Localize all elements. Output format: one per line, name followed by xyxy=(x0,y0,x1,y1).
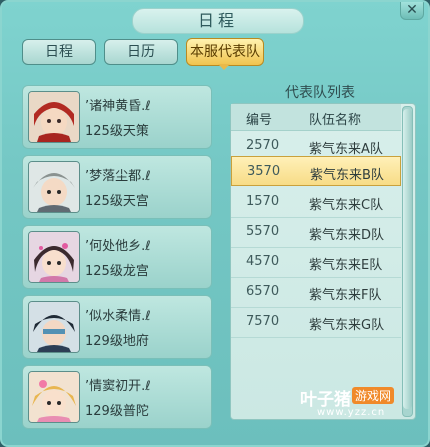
watermark: 叶子猪 游戏网 www.yzz.cn xyxy=(300,385,410,425)
member-card[interactable]: ’似水柔情.ℓ 129级地府 xyxy=(22,295,212,359)
table-row[interactable]: 5570 紫气东来D队 xyxy=(231,217,401,248)
member-card[interactable]: ’何处他乡.ℓ 125级龙宫 xyxy=(22,225,212,289)
tab-server-team[interactable]: 本服代表队 xyxy=(186,38,264,66)
team-code: 7570 xyxy=(246,314,280,329)
team-name: 紫气东来A队 xyxy=(309,142,383,157)
watermark-url: www.yzz.cn xyxy=(317,407,386,418)
avatar xyxy=(28,91,80,143)
scrollbar[interactable] xyxy=(402,106,413,417)
member-card[interactable]: ’梦落尘都.ℓ 125级天宫 xyxy=(22,155,212,219)
team-name: 紫气东来D队 xyxy=(309,228,385,243)
tab-calendar[interactable]: 日历 xyxy=(104,39,178,65)
member-level: 129级普陀 xyxy=(85,404,149,419)
team-name: 紫气东来C队 xyxy=(309,198,384,213)
team-code: 5570 xyxy=(246,224,280,239)
team-name: 紫气东来B队 xyxy=(310,168,384,183)
member-level: 129级地府 xyxy=(85,334,149,349)
member-card[interactable]: ’诸神黄昏.ℓ 125级天策 xyxy=(22,85,212,149)
active-tab-pointer-icon xyxy=(218,64,230,70)
scroll-thumb[interactable] xyxy=(403,109,412,409)
tab-schedule[interactable]: 日程 xyxy=(22,39,96,65)
team-code: 6570 xyxy=(246,284,280,299)
avatar xyxy=(28,161,80,213)
member-level: 125级天宫 xyxy=(85,194,149,209)
table-header: 编号 队伍名称 xyxy=(231,104,401,131)
team-code: 4570 xyxy=(246,254,280,269)
member-name: ’梦落尘都.ℓ xyxy=(85,169,151,184)
member-name: ’情窦初开.ℓ xyxy=(85,379,151,394)
member-name: ’何处他乡.ℓ xyxy=(85,239,151,254)
team-code: 1570 xyxy=(246,194,280,209)
team-name: 紫气东来E队 xyxy=(309,258,383,273)
avatar xyxy=(28,231,80,283)
team-code: 2570 xyxy=(246,138,280,153)
member-level: 125级天策 xyxy=(85,124,149,139)
column-header-name: 队伍名称 xyxy=(309,113,362,128)
team-list-title: 代表队列表 xyxy=(285,85,355,101)
table-row-selected[interactable]: 3570 紫气东来B队 xyxy=(231,156,401,186)
team-name: 紫气东来G队 xyxy=(309,318,385,333)
column-header-code: 编号 xyxy=(246,113,273,128)
team-name: 紫气东来F队 xyxy=(309,288,382,303)
schedule-window: 日程 ✕ 日程 日历 本服代表队 ’诸神黄昏.ℓ 125级天策 ’梦落尘都.ℓ … xyxy=(0,0,430,447)
member-level: 125级龙宫 xyxy=(85,264,149,279)
avatar xyxy=(28,371,80,423)
table-row[interactable]: 7570 紫气东来G队 xyxy=(231,307,401,338)
table-row[interactable]: 1570 紫气东来C队 xyxy=(231,187,401,218)
watermark-tag: 游戏网 xyxy=(352,387,395,404)
avatar xyxy=(28,301,80,353)
member-card[interactable]: ’情窦初开.ℓ 129级普陀 xyxy=(22,365,212,429)
window-title: 日程 xyxy=(132,8,304,34)
member-name: ’似水柔情.ℓ xyxy=(85,309,151,324)
table-row[interactable]: 4570 紫气东来E队 xyxy=(231,247,401,278)
member-name: ’诸神黄昏.ℓ xyxy=(85,99,151,114)
close-icon[interactable]: ✕ xyxy=(400,2,424,20)
team-list-table: 编号 队伍名称 2570 紫气东来A队 3570 紫气东来B队 1570 紫气东… xyxy=(230,103,416,420)
team-code: 3570 xyxy=(247,164,281,179)
table-row[interactable]: 6570 紫气东来F队 xyxy=(231,277,401,308)
